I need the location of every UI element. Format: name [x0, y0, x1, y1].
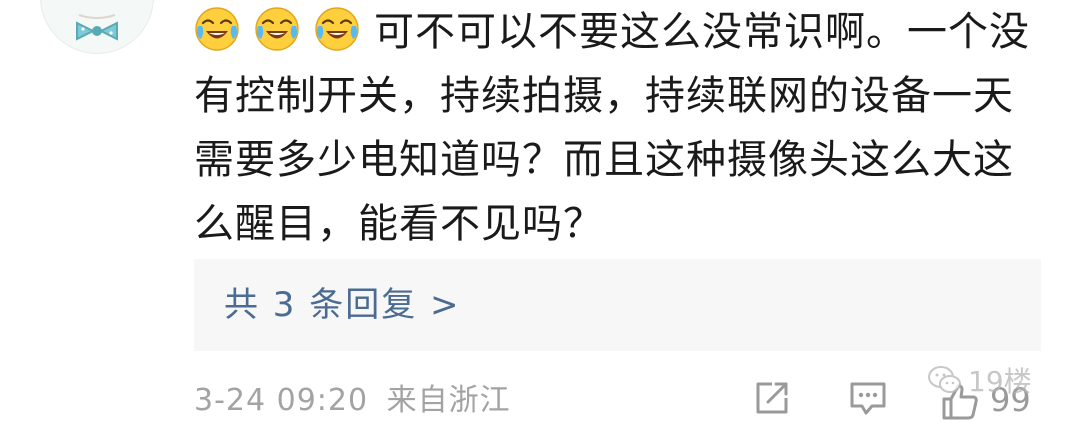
- share-icon: [756, 382, 788, 414]
- laugh-cry-icon: [254, 6, 300, 52]
- comment-text: 可不可以不要这么没常识啊。一个没有控制开关，持续拍摄，持续联网的设备一天需要多少…: [194, 0, 1044, 256]
- laugh-cry-icon: [314, 6, 360, 52]
- comment-body: 可不可以不要这么没常识啊。一个没有控制开关，持续拍摄，持续联网的设备一天需要多少…: [194, 0, 1044, 256]
- replies-panel[interactable]: 共 3 条回复 >: [194, 259, 1041, 351]
- watermark-text: 19楼: [968, 365, 1032, 398]
- comment-meta: 3-24 09:20 来自浙江: [194, 379, 511, 423]
- comment-location: 来自浙江: [386, 383, 511, 418]
- wechat-icon: [928, 366, 961, 393]
- comment-icon: [850, 382, 886, 415]
- comment-card: 可不可以不要这么没常识啊。一个没有控制开关，持续拍摄，持续联网的设备一天需要多少…: [0, 0, 1080, 431]
- avatar-image: [41, 0, 153, 53]
- laugh-cry-icon: [194, 6, 240, 52]
- share-button[interactable]: [752, 378, 792, 418]
- view-replies-link[interactable]: 共 3 条回复 >: [224, 283, 461, 327]
- comment-time: 3-24 09:20: [194, 383, 369, 418]
- comment-button[interactable]: [848, 378, 888, 418]
- watermark: 19楼: [928, 362, 1032, 398]
- avatar[interactable]: [40, 0, 154, 54]
